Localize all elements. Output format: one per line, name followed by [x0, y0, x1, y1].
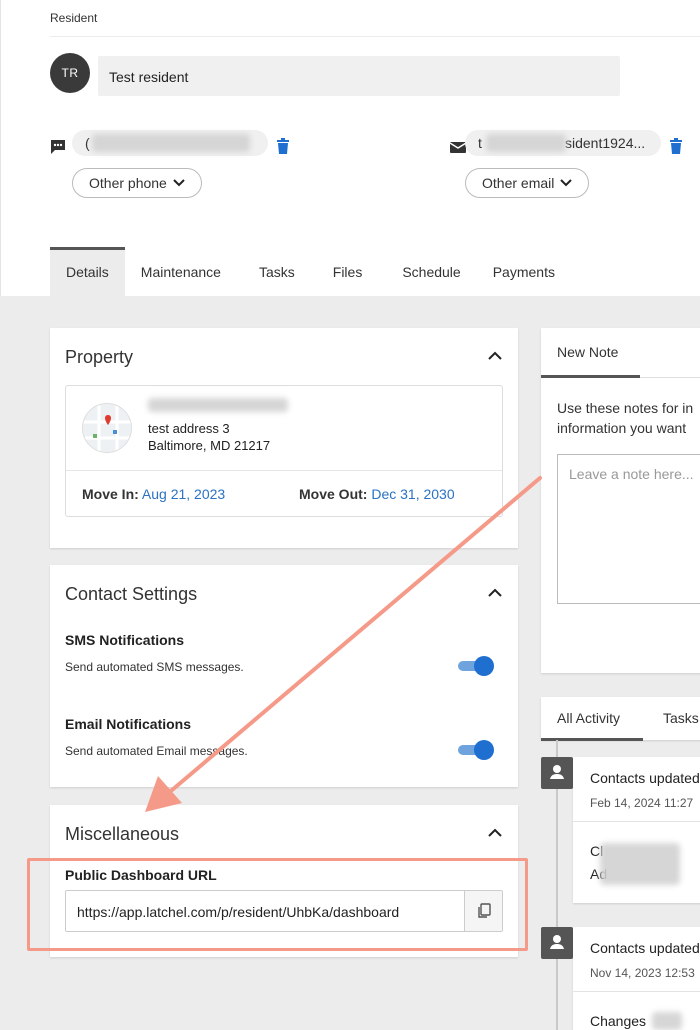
divider: [573, 821, 700, 822]
move-in-label: Move In:: [82, 486, 139, 502]
other-email-dropdown[interactable]: Other email: [465, 168, 590, 198]
activity-title: Contacts updated: [590, 940, 700, 956]
note-placeholder: Leave a note here...: [569, 466, 694, 482]
other-email-label: Other email: [482, 175, 555, 191]
delete-email-icon[interactable]: [669, 138, 683, 154]
divider: [0, 0, 1, 296]
tab-files[interactable]: Files: [317, 247, 387, 296]
sms-toggle[interactable]: [456, 655, 494, 677]
note-textarea[interactable]: Leave a note here...: [557, 454, 700, 604]
activity-change-line-1: Changes: [590, 1013, 647, 1029]
email-notifications-desc: Send automated Email messages.: [65, 744, 248, 758]
envelope-icon: [450, 142, 466, 153]
move-out: Move Out: Dec 31, 2030: [299, 486, 455, 502]
email-toggle[interactable]: [456, 739, 494, 761]
chevron-up-icon[interactable]: [488, 828, 502, 838]
resident-tabs: Details Maintenance Tasks Files Schedule…: [50, 247, 571, 296]
delete-phone-icon[interactable]: [276, 138, 290, 154]
other-phone-dropdown[interactable]: Other phone: [72, 168, 202, 198]
sms-notifications-title: SMS Notifications: [65, 632, 185, 648]
section-label: Resident: [50, 11, 98, 25]
tab-activity-tasks[interactable]: Tasks: [663, 710, 699, 726]
move-out-label: Move Out:: [299, 486, 368, 502]
divider: [50, 36, 700, 37]
contact-settings-title: Contact Settings: [65, 584, 198, 604]
address-line-2: test address 3: [148, 421, 230, 436]
redacted-blur: [92, 134, 250, 152]
avatar: TR: [50, 53, 90, 93]
property-details: test address 3 Baltimore, MD 21217 Move …: [65, 385, 503, 517]
chevron-down-icon: [173, 179, 185, 187]
user-icon: [541, 757, 573, 789]
divider: [66, 470, 502, 471]
email-value-end: sident1924...: [565, 135, 646, 151]
redacted-blur: [486, 134, 566, 152]
redacted-blur: [652, 1012, 682, 1030]
user-icon: [541, 927, 573, 959]
tab-details[interactable]: Details: [50, 247, 125, 296]
divider: [573, 991, 700, 992]
tab-new-note[interactable]: New Note: [557, 344, 618, 360]
resident-name-input[interactable]: Test resident: [98, 56, 620, 96]
move-in: Move In: Aug 21, 2023: [82, 486, 225, 502]
redacted-blur: [600, 843, 680, 885]
note-desc-line-1: Use these notes for in: [557, 400, 694, 416]
miscellaneous-title: Miscellaneous: [65, 824, 180, 844]
activity-title: Contacts updated: [590, 770, 700, 786]
email-notifications-title: Email Notifications: [65, 716, 192, 732]
tab-maintenance[interactable]: Maintenance: [125, 247, 237, 296]
tab-schedule[interactable]: Schedule: [386, 247, 476, 296]
tab-all-activity[interactable]: All Activity: [557, 710, 620, 726]
redacted-blur: [148, 398, 288, 412]
activity-date: Feb 14, 2024 11:27: [590, 796, 694, 810]
note-desc-line-2: information you want: [557, 420, 687, 436]
activity-date: Nov 14, 2023 12:53: [590, 966, 695, 980]
tab-tasks[interactable]: Tasks: [237, 247, 317, 296]
map-thumbnail: [82, 403, 132, 453]
divider: [640, 377, 700, 378]
move-in-date[interactable]: Aug 21, 2023: [142, 486, 225, 502]
chevron-down-icon: [560, 179, 573, 187]
sms-notifications-desc: Send automated SMS messages.: [65, 660, 244, 674]
other-phone-label: Other phone: [89, 175, 167, 191]
move-out-date[interactable]: Dec 31, 2030: [371, 486, 454, 502]
phone-value: (: [85, 135, 90, 151]
email-value-start: t: [478, 135, 482, 151]
tab-underline: [541, 375, 640, 378]
address-line-3: Baltimore, MD 21217: [148, 438, 271, 453]
annotation-highlight-box: [27, 858, 528, 951]
chevron-up-icon[interactable]: [488, 588, 502, 598]
message-icon: [51, 140, 65, 154]
property-title: Property: [65, 347, 134, 367]
chevron-up-icon[interactable]: [488, 351, 502, 361]
tab-payments[interactable]: Payments: [477, 247, 571, 296]
